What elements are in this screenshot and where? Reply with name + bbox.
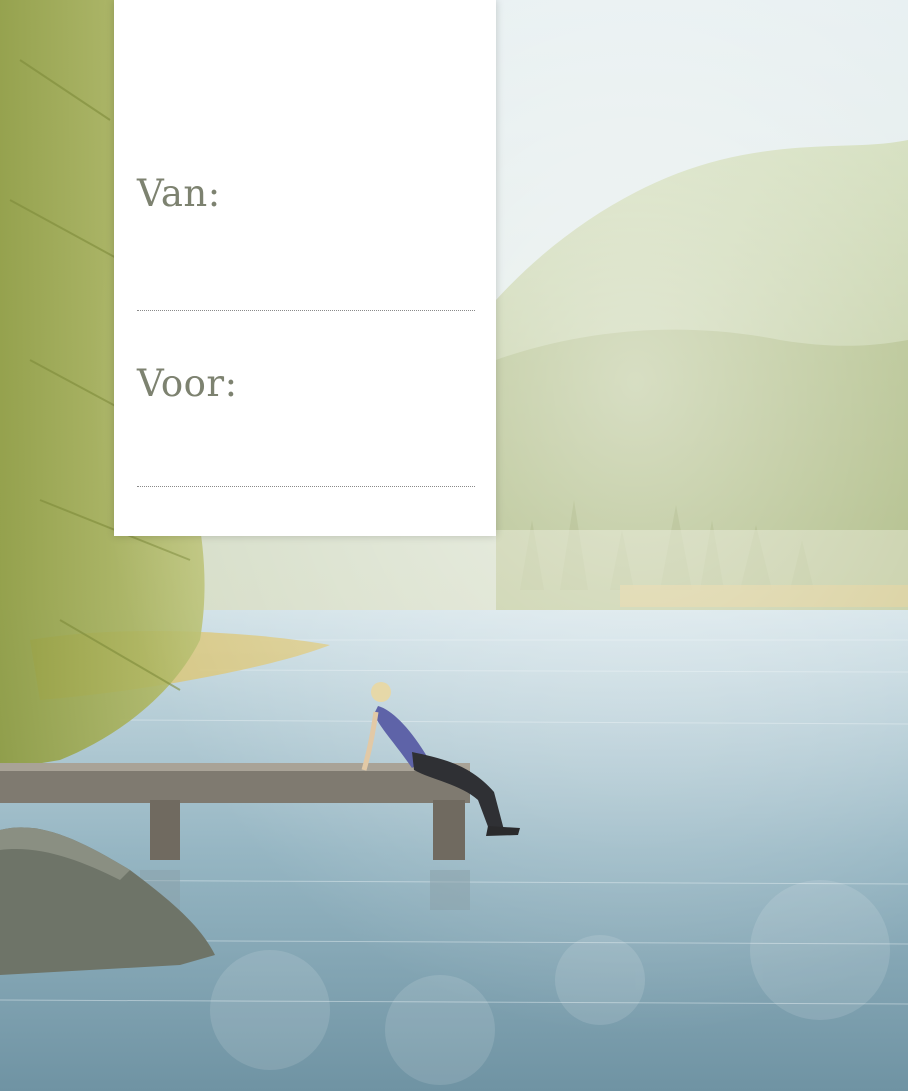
address-card: Van: Voor: [114,0,496,536]
from-line[interactable] [137,310,475,311]
to-label: Voor: [137,362,238,405]
from-label: Van: [137,172,221,215]
to-line[interactable] [137,486,475,487]
